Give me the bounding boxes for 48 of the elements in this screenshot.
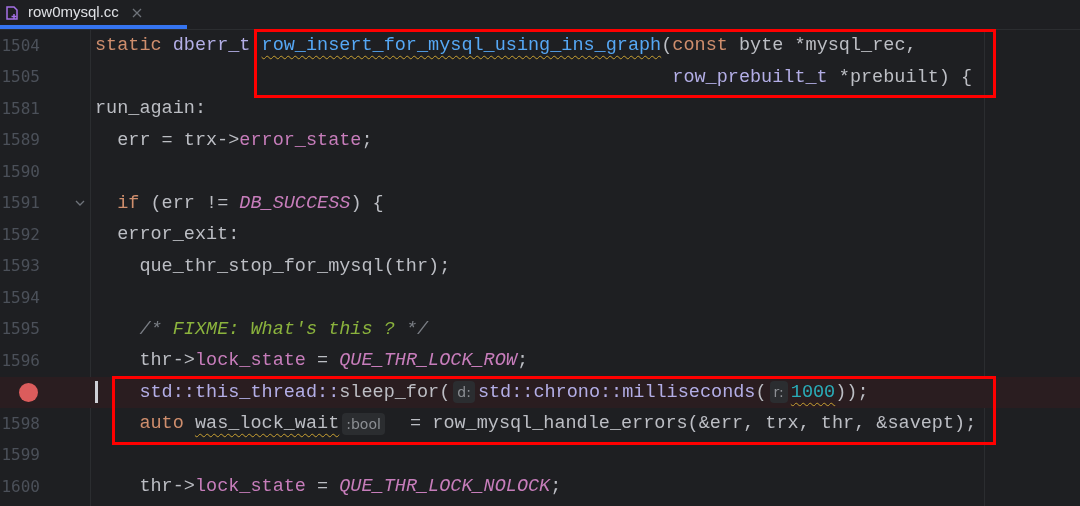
code-token: ( xyxy=(755,380,767,405)
code-token: lock_state xyxy=(194,475,306,499)
code-token: ; xyxy=(550,475,562,499)
code-token: 1000 xyxy=(790,380,836,405)
breakpoint-icon[interactable] xyxy=(19,382,38,402)
code-token: (err != xyxy=(150,191,230,216)
inlay-hint: r: xyxy=(769,381,788,404)
fold-chevron-icon[interactable] xyxy=(75,200,85,207)
code-token: /* xyxy=(138,317,163,342)
code-token: row_prebuilt_t xyxy=(672,65,829,90)
close-icon[interactable] xyxy=(130,6,143,19)
code-token: thr-> xyxy=(138,475,195,499)
code-token: row_insert_for_mysql_using_ins_graph xyxy=(261,34,662,58)
code-token: lock_state xyxy=(194,349,306,373)
code-token: ; xyxy=(361,128,373,153)
code-token: error_state xyxy=(239,128,362,153)
code-token: thr-> xyxy=(138,349,195,373)
code-token: = xyxy=(316,475,330,499)
code-token: std::this_thread:: xyxy=(138,380,340,405)
code-token: error_exit: xyxy=(116,223,240,247)
code-token: byte *mysql_rec, xyxy=(738,34,917,58)
code-token: QUE_THR_LOCK_NOLOCK xyxy=(339,475,551,499)
tab-title: row0mysql.cc xyxy=(28,2,119,23)
inlay-hint: d: xyxy=(453,381,475,404)
code-token: dberr_t xyxy=(172,34,252,58)
code-token: err = trx-> xyxy=(116,128,240,153)
code-token: */ xyxy=(404,317,429,342)
code-token: ) { xyxy=(350,191,384,216)
code-token: QUE_THR_LOCK_ROW xyxy=(339,349,517,373)
code-token: = row_mysql_handle_errors(&err, trx, thr, &savept); xyxy=(409,412,977,436)
code-token: *prebuilt) { xyxy=(838,65,973,90)
code-token: = xyxy=(316,349,330,373)
code-token: run_again: xyxy=(95,97,207,121)
code-token: DB_SUCCESS xyxy=(239,191,351,216)
code-token: FIXME: What's this ? xyxy=(172,317,395,342)
code-token: auto xyxy=(138,412,185,436)
code-token: static xyxy=(95,34,163,58)
code-token: ( xyxy=(661,34,673,58)
code-token: que_thr_stop_for_mysql(thr); xyxy=(138,254,451,279)
code-token: sleep_for( xyxy=(339,380,451,405)
file-icon xyxy=(4,4,20,21)
code-token: if xyxy=(116,191,141,216)
file-tab[interactable]: row0mysql.cc xyxy=(0,0,187,29)
inlay-hint: :bool xyxy=(342,412,385,435)
code-token: was_lock_wait xyxy=(194,412,340,436)
code-token: std::chrono::milliseconds xyxy=(477,380,756,405)
code-token: )); xyxy=(835,380,869,405)
code-token: const xyxy=(672,34,729,58)
